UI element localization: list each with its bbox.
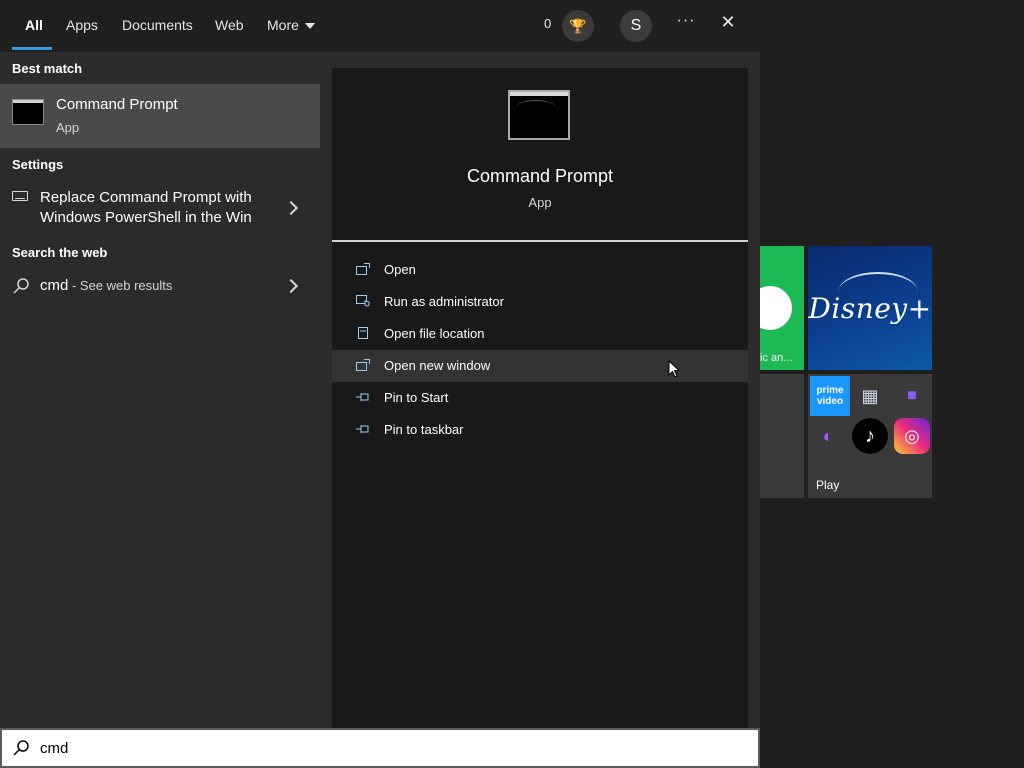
command-prompt-icon <box>12 99 44 125</box>
action-list: Open Run as administrator Open file loca… <box>332 254 748 446</box>
settings-heading: Settings <box>12 157 64 172</box>
result-command-prompt[interactable]: Command Prompt App <box>0 84 320 148</box>
action-label: Pin to Start <box>384 390 449 405</box>
tab-documents[interactable]: Documents <box>122 0 193 52</box>
search-web-heading: Search the web <box>12 245 108 260</box>
tile-music-label: ic an... <box>760 352 793 364</box>
tile-music[interactable]: ic an... <box>760 246 804 370</box>
action-open[interactable]: Open <box>332 254 748 286</box>
details-pane: Command Prompt App Open Run as administr… <box>320 52 760 728</box>
tab-all[interactable]: All <box>12 0 52 52</box>
chevron-down-icon <box>304 23 315 30</box>
messenger-icon[interactable]: ◐ <box>810 418 846 454</box>
divider <box>332 240 748 242</box>
avatar[interactable]: S <box>620 10 652 42</box>
web-query-text: cmd <box>40 277 69 294</box>
pin-icon <box>356 393 369 401</box>
calculator-icon[interactable]: ▦ <box>852 378 888 414</box>
action-label: Run as administrator <box>384 294 504 309</box>
chevron-right-icon[interactable] <box>283 278 299 294</box>
pin-icon <box>356 425 369 433</box>
action-label: Pin to taskbar <box>384 422 464 437</box>
tile-partial[interactable] <box>760 374 804 498</box>
open-icon <box>356 263 370 275</box>
search-box[interactable] <box>0 728 760 768</box>
web-query: cmd - See web results <box>40 277 172 294</box>
clapperboard-icon[interactable]: ■ <box>894 378 930 414</box>
file-location-icon <box>358 327 368 339</box>
trophy-icon[interactable]: 🏆 <box>562 10 594 42</box>
tiktok-icon[interactable]: ♪ <box>852 418 888 454</box>
search-input[interactable] <box>40 736 740 760</box>
tab-apps[interactable]: Apps <box>66 0 98 52</box>
tile-disney-plus[interactable]: Disney+ <box>808 246 932 370</box>
action-pin-to-start[interactable]: Pin to Start <box>332 382 748 414</box>
open-icon <box>356 359 370 371</box>
setting-replace-cmd[interactable]: Replace Command Prompt with Windows Powe… <box>0 184 320 232</box>
action-label: Open <box>384 262 416 277</box>
search-icon <box>13 740 29 756</box>
tile-play-label: Play <box>816 478 840 492</box>
best-match-heading: Best match <box>12 61 83 76</box>
prime-video-icon[interactable]: prime video <box>810 376 850 416</box>
action-open-file-location[interactable]: Open file location <box>332 318 748 350</box>
keyboard-settings-icon <box>12 191 28 201</box>
result-subtitle: App <box>56 120 80 135</box>
results-list: Best match Command Prompt App Settings R… <box>0 52 320 728</box>
action-label: Open file location <box>384 326 485 341</box>
rewards-points: 0 <box>544 16 552 31</box>
chevron-right-icon[interactable] <box>283 200 299 216</box>
action-run-as-administrator[interactable]: Run as administrator <box>332 286 748 318</box>
close-icon[interactable]: ✕ <box>716 12 740 38</box>
action-label: Open new window <box>384 358 491 373</box>
setting-label: Replace Command Prompt with Windows Powe… <box>40 189 252 226</box>
action-pin-to-taskbar[interactable]: Pin to taskbar <box>332 414 748 446</box>
ellipsis-icon[interactable]: ··· <box>672 12 700 38</box>
tab-more-label: More <box>267 17 299 33</box>
result-title: Command Prompt <box>56 96 178 113</box>
music-icon <box>760 286 792 330</box>
details-card: Command Prompt App Open Run as administr… <box>332 68 748 728</box>
details-title: Command Prompt <box>466 166 614 186</box>
disney-logo: Disney+ <box>808 292 932 325</box>
action-open-new-window[interactable]: Open new window <box>332 350 748 382</box>
search-tabs-bar: All Apps Documents Web More 0 🏆 S ··· ✕ <box>0 0 760 52</box>
web-query-hint: - See web results <box>68 278 173 293</box>
details-subtitle: App <box>528 195 552 210</box>
search-panel: All Apps Documents Web More 0 🏆 S ··· ✕ … <box>0 0 760 768</box>
search-icon <box>13 278 29 294</box>
mouse-cursor-icon <box>668 360 680 378</box>
shield-icon <box>356 295 370 307</box>
instagram-icon[interactable]: ◎ <box>894 418 930 454</box>
tab-more[interactable]: More <box>267 0 315 52</box>
tab-web[interactable]: Web <box>215 0 244 52</box>
web-result-cmd[interactable]: cmd - See web results <box>0 274 320 298</box>
tile-play-folder[interactable]: prime video ▦ ■ ◐ ♪ ◎ Play <box>808 374 932 498</box>
command-prompt-large-icon <box>508 90 570 140</box>
